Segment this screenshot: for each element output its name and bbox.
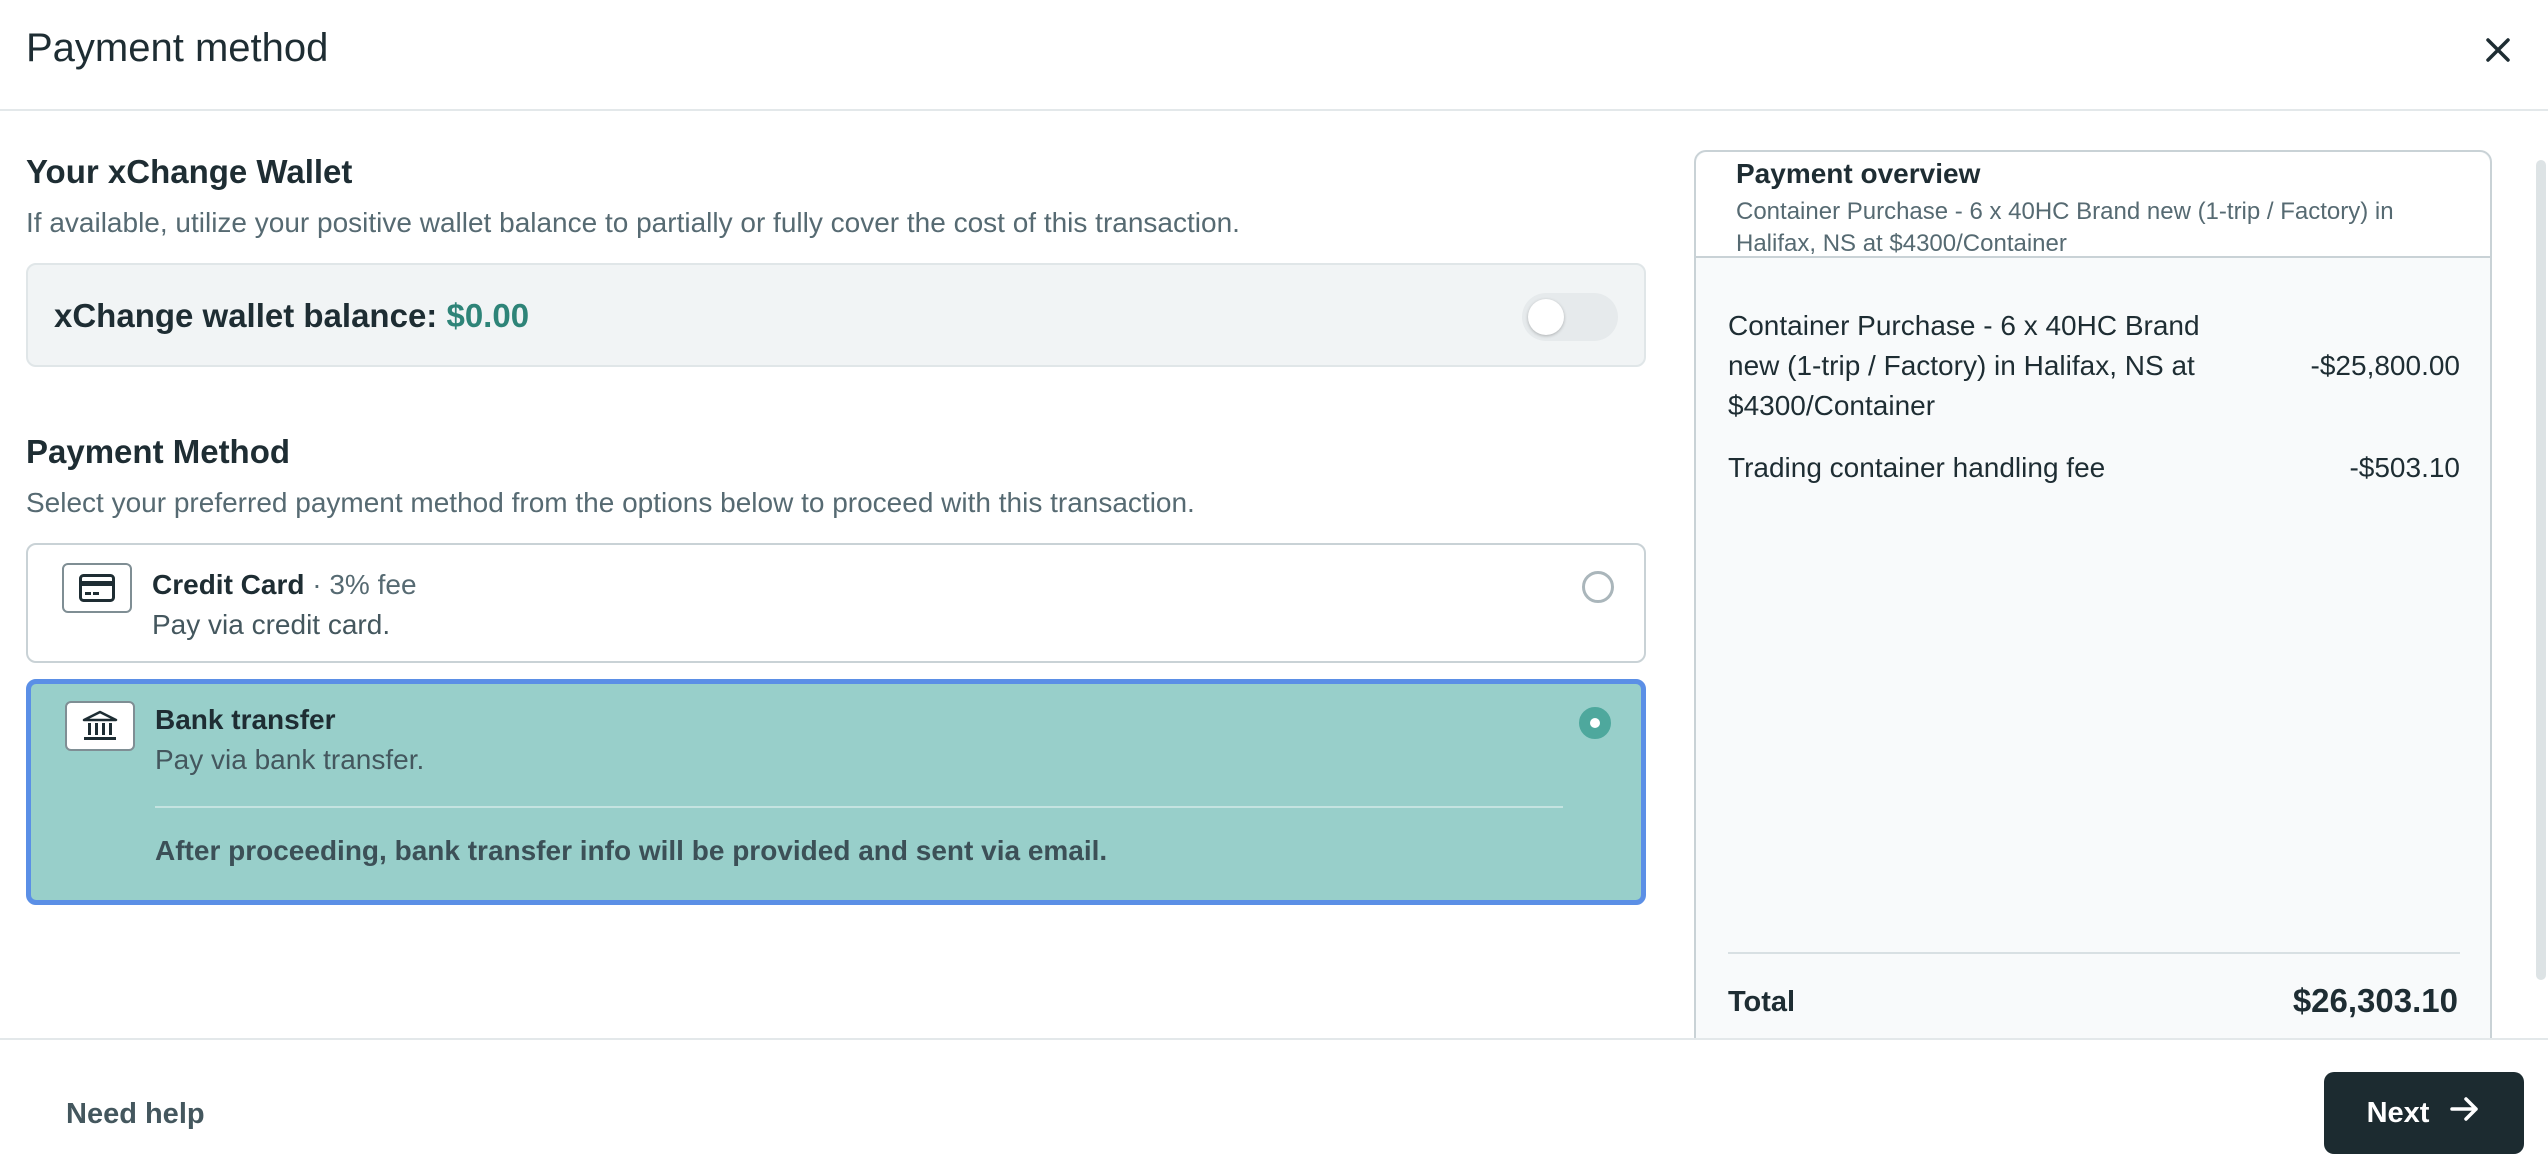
next-button[interactable]: Next: [2324, 1072, 2524, 1154]
wallet-balance-value: $0.00: [446, 297, 530, 334]
wallet-title: Your xChange Wallet: [26, 153, 353, 190]
overview-title: Payment overview: [1736, 158, 1981, 189]
payment-method-title: Payment Method: [26, 433, 291, 470]
bank-icon: [65, 701, 135, 751]
next-button-label: Next: [2366, 1096, 2430, 1129]
overview-line-item: Trading container handling fee -$503.10: [1728, 448, 2460, 488]
line-item-value: -$25,800.00: [2310, 350, 2460, 381]
credit-card-icon: [62, 563, 132, 613]
wallet-balance-label: xChange wallet balance:: [54, 297, 438, 334]
overview-line-item: Container Purchase - 6 x 40HC Brand new …: [1728, 306, 2460, 426]
bank-transfer-description: Pay via bank transfer.: [155, 744, 425, 775]
radio-selected-dot: [1590, 718, 1600, 728]
total-value: $26,303.10: [2292, 982, 2458, 1019]
modal-header: Payment method: [0, 0, 2548, 111]
payment-overview-panel: Payment overview Container Purchase - 6 …: [1694, 150, 2492, 1050]
credit-card-title: Credit Card · 3% fee: [152, 569, 417, 601]
overview-header: Payment overview Container Purchase - 6 …: [1696, 152, 2490, 258]
wallet-balance-text: xChange wallet balance: $0.00: [54, 297, 529, 335]
modal-title: Payment method: [26, 26, 329, 70]
line-item-label: Container Purchase - 6 x 40HC Brand new …: [1728, 310, 2200, 421]
modal-footer: Need help Next: [0, 1038, 2548, 1176]
credit-card-radio[interactable]: [1582, 571, 1614, 603]
line-item-label: Trading container handling fee: [1728, 452, 2106, 483]
credit-card-fee: · 3% fee: [312, 569, 417, 600]
wallet-toggle[interactable]: [1522, 293, 1618, 341]
payment-option-bank-transfer[interactable]: Bank transfer Pay via bank transfer. Aft…: [26, 679, 1646, 905]
arrow-right-icon: [2449, 1095, 2481, 1131]
toggle-knob: [1528, 299, 1564, 335]
wallet-subtitle: If available, utilize your positive wall…: [26, 207, 1240, 238]
scrollbar[interactable]: [2536, 160, 2546, 980]
bank-divider: [155, 806, 1563, 808]
bank-transfer-title: Bank transfer: [155, 704, 336, 735]
payment-option-credit-card[interactable]: Credit Card · 3% fee Pay via credit card…: [26, 543, 1646, 663]
close-icon[interactable]: [2478, 30, 2518, 70]
need-help-link[interactable]: Need help: [66, 1098, 205, 1131]
bank-transfer-radio[interactable]: [1579, 707, 1611, 739]
credit-card-description: Pay via credit card.: [152, 609, 391, 640]
payment-method-subtitle: Select your preferred payment method fro…: [26, 487, 1195, 518]
overview-divider: [1728, 952, 2460, 954]
overview-subtitle: Container Purchase - 6 x 40HC Brand new …: [1736, 198, 2394, 257]
wallet-balance-box: xChange wallet balance: $0.00: [26, 263, 1646, 367]
line-item-value: -$503.10: [2349, 452, 2460, 483]
total-label: Total: [1728, 986, 1796, 1018]
bank-transfer-note: After proceeding, bank transfer info wil…: [155, 835, 1108, 866]
credit-card-name: Credit Card: [152, 569, 305, 600]
